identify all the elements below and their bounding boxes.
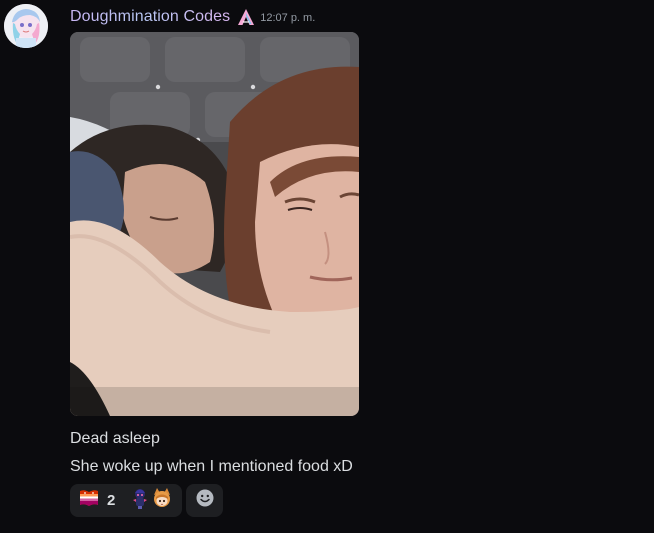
add-reaction-button[interactable]	[186, 484, 223, 517]
message-item: Doughmination Codes 12:07 p. m. Dead asl…	[0, 0, 654, 533]
reactions-bar: 2	[70, 484, 223, 517]
character-sticker-emoji	[130, 487, 150, 514]
user-avatar[interactable]	[4, 4, 48, 48]
photo-attachment[interactable]	[70, 32, 359, 416]
message-header: Doughmination Codes 12:07 p. m.	[70, 6, 315, 28]
message-text-line-1: Dead asleep	[70, 430, 160, 447]
reaction-button[interactable]: 2	[70, 484, 182, 517]
add-reaction-icon	[195, 488, 215, 513]
username[interactable]: Doughmination Codes	[70, 8, 230, 26]
message-text-line-2: She woke up when I mentioned food xD	[70, 458, 353, 475]
reaction-count: 2	[107, 492, 116, 509]
anime-fox-girl-emoji	[151, 487, 173, 514]
pink-a-badge-icon[interactable]	[236, 7, 256, 27]
lesbian-flag-emoji	[78, 489, 100, 512]
message-timestamp[interactable]: 12:07 p. m.	[260, 12, 315, 24]
